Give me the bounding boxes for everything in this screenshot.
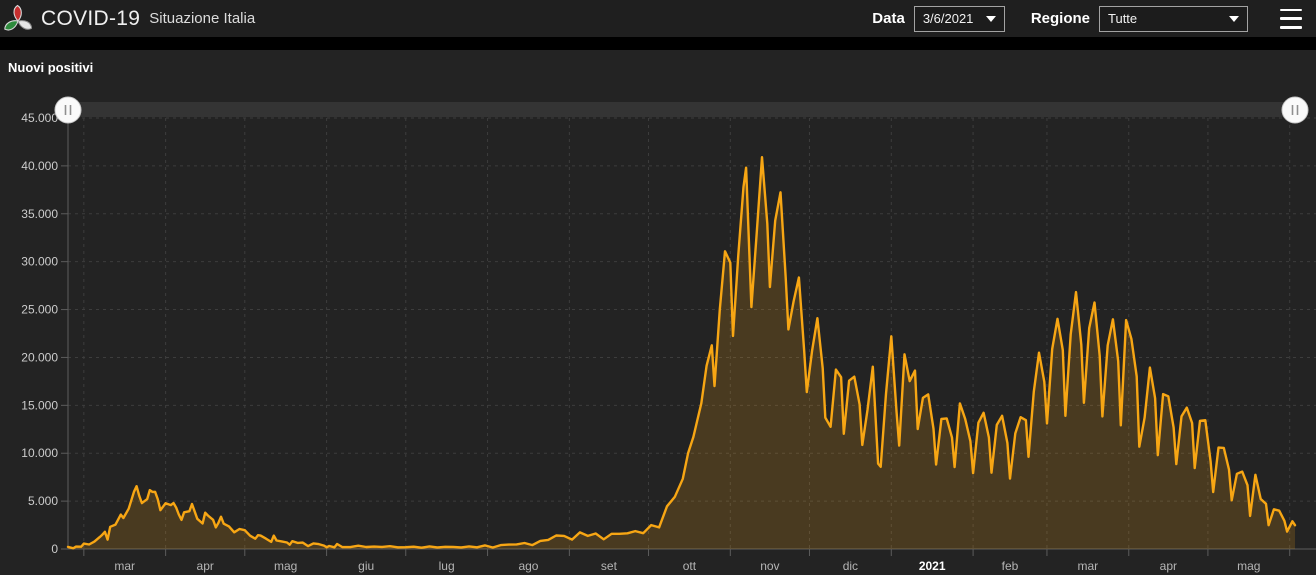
x-axis-label: apr — [197, 559, 214, 573]
y-axis-label: 5.000 — [28, 494, 58, 508]
app-subtitle: Situazione Italia — [149, 10, 256, 27]
region-select-value: Tutte — [1108, 11, 1138, 26]
header-controls: Data 3/6/2021 Regione Tutte — [872, 5, 1306, 32]
hamburger-menu-icon — [1280, 17, 1302, 20]
app-header: COVID-19 Situazione Italia Data 3/6/2021… — [0, 0, 1316, 37]
hamburger-menu-icon — [1280, 8, 1302, 11]
x-axis-label: 2021 — [919, 559, 946, 573]
y-axis-label: 15.000 — [21, 398, 58, 412]
time-range-slider-track[interactable] — [68, 102, 1295, 117]
y-axis-label: 25.000 — [21, 303, 58, 317]
header-separator — [0, 37, 1316, 50]
date-label: Data — [872, 10, 905, 27]
app-title: COVID-19 — [41, 6, 141, 30]
y-axis-label: 45.000 — [21, 111, 58, 125]
date-select-value: 3/6/2021 — [922, 11, 974, 26]
protezione-civile-logo-icon — [4, 4, 32, 31]
region-label: Regione — [1030, 10, 1090, 27]
dashboard-body: Nuovi positivi 0 5.000 10.000 15.000 20.000 2… — [0, 50, 1316, 575]
x-axis-label: giu — [358, 559, 374, 573]
x-axis-label: mar — [114, 559, 135, 573]
y-axis-label: 0 — [51, 542, 58, 556]
slider-handle-left[interactable] — [54, 96, 82, 124]
y-axis-label: 20.000 — [21, 350, 58, 364]
chevron-down-icon — [985, 15, 996, 22]
series-area-fill — [68, 157, 1295, 549]
hamburger-menu-icon — [1280, 26, 1302, 29]
y-axis-label: 30.000 — [21, 255, 58, 269]
x-axis-label: mag — [274, 559, 297, 573]
x-axis-label: mag — [1237, 559, 1260, 573]
nuovi-positivi-time-series-chart[interactable]: 0 5.000 10.000 15.000 20.000 25.000 30.000 35.0… — [0, 95, 1316, 575]
x-axis-label: ott — [683, 559, 697, 573]
header-branding: COVID-19 Situazione Italia — [4, 4, 255, 34]
x-axis-label: dic — [843, 559, 858, 573]
x-axis-label: set — [601, 559, 618, 573]
chart-panel-title: Nuovi positivi — [8, 60, 94, 75]
x-axis-label: apr — [1160, 559, 1177, 573]
menu-button[interactable] — [1280, 8, 1302, 29]
y-axis-label: 10.000 — [21, 446, 58, 460]
slider-handle-right[interactable] — [1281, 96, 1309, 124]
x-axis-label: mar — [1078, 559, 1099, 573]
x-axis-label: feb — [1002, 559, 1019, 573]
chevron-down-icon — [1229, 15, 1239, 22]
region-select[interactable]: Tutte — [1099, 5, 1248, 32]
y-axis-label: 40.000 — [21, 159, 58, 173]
x-axis-label: ago — [518, 559, 538, 573]
y-axis-label: 35.000 — [21, 207, 58, 221]
x-axis-label: nov — [760, 559, 779, 573]
x-axis-label: lug — [439, 559, 455, 573]
date-select[interactable]: 3/6/2021 — [913, 5, 1005, 32]
